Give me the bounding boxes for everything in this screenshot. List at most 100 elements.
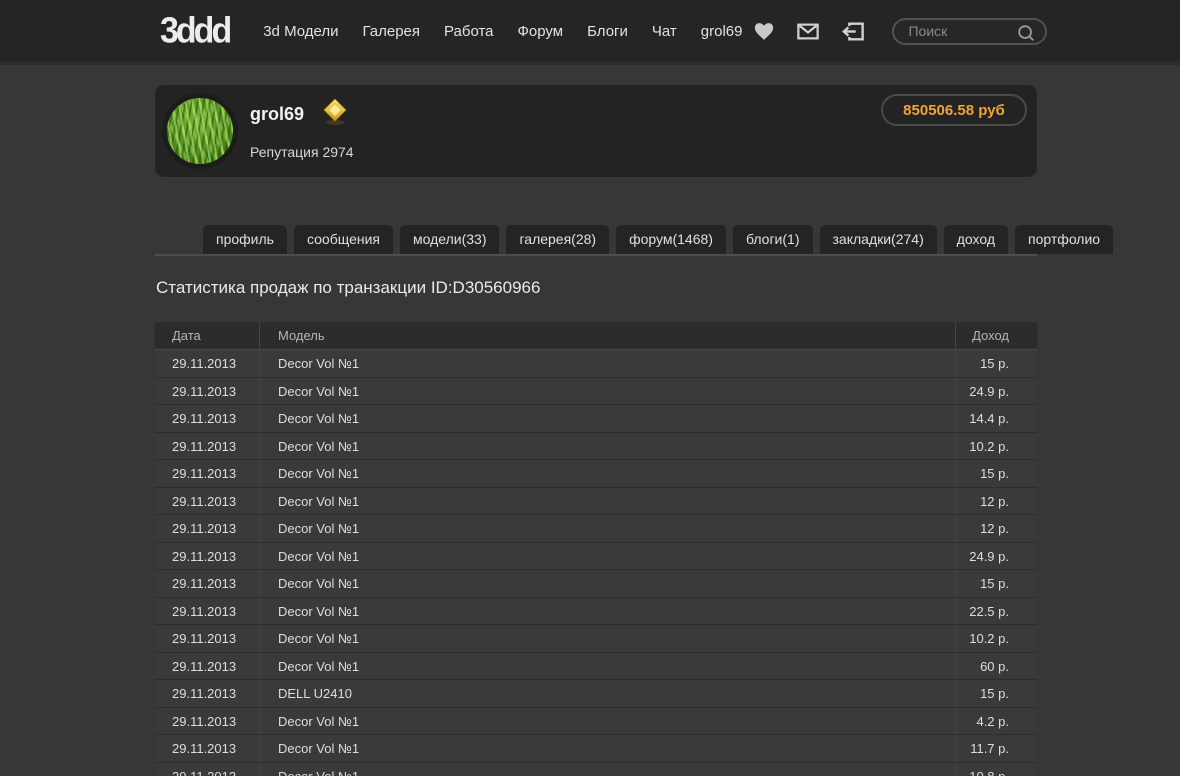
table-body: 29.11.2013 Decor Vol №1 15 р. 29.11.2013… <box>155 350 1037 776</box>
cell-date: 29.11.2013 <box>172 631 237 646</box>
cell-model: Decor Vol №1 <box>259 350 955 377</box>
table-row[interactable]: 29.11.2013 Decor Vol №1 4.2 р. <box>155 707 1037 735</box>
nav-item[interactable]: Галерея <box>362 23 420 40</box>
balance-value: 850506.58 руб <box>903 101 1005 119</box>
balance-badge[interactable]: 850506.58 руб <box>881 94 1027 126</box>
column-header-date: Дата <box>172 328 201 343</box>
cell-date: 29.11.2013 <box>172 686 237 701</box>
table-row[interactable]: 29.11.2013 Decor Vol №1 10.8 р. <box>155 762 1037 776</box>
cell-model: Decor Vol №1 <box>259 735 955 762</box>
cell-date: 29.11.2013 <box>172 741 237 756</box>
table-row[interactable]: 29.11.2013 Decor Vol №1 14.4 р. <box>155 405 1037 433</box>
table-row[interactable]: 29.11.2013 Decor Vol №1 24.9 р. <box>155 377 1037 405</box>
nav-item[interactable]: Работа <box>444 23 494 40</box>
cell-date: 29.11.2013 <box>172 713 237 729</box>
cell-model: Decor Vol №1 <box>259 542 955 569</box>
cell-income: 11.7 р. <box>955 735 1037 762</box>
cell-model: Decor Vol №1 <box>259 597 955 624</box>
page: 3ddd 3d Модели Галерея Работа Форум Блоги Чат… <box>0 0 1180 776</box>
logout-icon[interactable] <box>842 22 865 41</box>
cell-model: Decor Vol №1 <box>259 487 955 514</box>
cell-date: 29.11.2013 <box>172 383 237 399</box>
cell-income: 12 р. <box>955 487 1037 514</box>
table-row[interactable]: 29.11.2013 Decor Vol №1 60 р. <box>155 652 1037 680</box>
avatar[interactable] <box>162 93 238 169</box>
top-bar: 3ddd 3d Модели Галерея Работа Форум Блоги Чат… <box>0 0 1180 65</box>
cell-income: 15 р. <box>955 680 1037 707</box>
cell-date: 29.11.2013 <box>172 603 237 619</box>
profile-tab[interactable]: модели(33) <box>400 225 500 254</box>
username: grol69 <box>250 104 305 124</box>
table-row[interactable]: 29.11.2013 Decor Vol №1 10.2 р. <box>155 432 1037 460</box>
cell-income: 10.8 р. <box>955 762 1037 776</box>
site-logo[interactable]: 3ddd <box>160 11 232 52</box>
page-title: Статистика продаж по транзакции ID:D3056… <box>156 278 541 297</box>
profile-tab[interactable]: профиль <box>203 225 287 254</box>
profile-tab[interactable]: сообщения <box>293 225 393 254</box>
cell-model: Decor Vol №1 <box>259 625 955 652</box>
cell-model: DELL U2410 <box>259 680 955 707</box>
cell-model: Decor Vol №1 <box>259 405 955 432</box>
table-row[interactable]: 29.11.2013 Decor Vol №1 24.9 р. <box>155 542 1037 570</box>
cell-model: Decor Vol №1 <box>259 762 955 776</box>
cell-model: Decor Vol №1 <box>259 707 955 734</box>
cell-date: 29.11.2013 <box>172 493 237 509</box>
table-row[interactable]: 29.11.2013 DELL U2410 15 р. <box>155 680 1037 708</box>
nav-item[interactable]: 3d Модели <box>263 23 338 40</box>
nav-item[interactable]: grol69 <box>701 23 743 40</box>
cell-date: 29.11.2013 <box>172 466 237 481</box>
table-row[interactable]: 29.11.2013 Decor Vol №1 12 р. <box>155 515 1037 543</box>
profile-tab[interactable]: галерея(28) <box>506 225 610 254</box>
cell-income: 4.2 р. <box>955 707 1037 734</box>
cell-income: 14.4 р. <box>955 405 1037 432</box>
cell-model: Decor Vol №1 <box>259 570 955 597</box>
search-box <box>892 17 1120 48</box>
cell-model: Decor Vol №1 <box>259 432 955 459</box>
search-icon[interactable] <box>1016 23 1036 48</box>
topbar-icons <box>754 22 865 41</box>
profile-card: grol69 Репутация 2974 850506.58 руб <box>155 85 1037 177</box>
cell-income: 10.2 р. <box>955 432 1037 459</box>
column-header-model: Модель <box>259 322 955 349</box>
reputation-label: Репутация 2974 <box>250 144 354 160</box>
cell-model: Decor Vol №1 <box>259 515 955 542</box>
favorites-heart-icon[interactable] <box>754 22 774 41</box>
profile-tab[interactable]: форум(1468) <box>616 225 726 254</box>
gold-diamond-rank-icon <box>322 98 348 131</box>
profile-tab[interactable]: портфолио <box>1015 225 1114 254</box>
cell-date: 29.11.2013 <box>172 658 237 674</box>
cell-date: 29.11.2013 <box>172 768 237 776</box>
cell-income: 15 р. <box>955 460 1037 487</box>
table-header: Дата Модель Доход <box>155 322 1037 350</box>
messages-mail-icon[interactable] <box>797 23 820 40</box>
column-header-income: Доход <box>955 322 1037 349</box>
table-row[interactable]: 29.11.2013 Decor Vol №1 15 р. <box>155 350 1037 378</box>
cell-date: 29.11.2013 <box>172 438 237 454</box>
table-row[interactable]: 29.11.2013 Decor Vol №1 10.2 р. <box>155 625 1037 653</box>
cell-model: Decor Vol №1 <box>259 652 955 679</box>
search-input[interactable] <box>894 23 1120 39</box>
table-row[interactable]: 29.11.2013 Decor Vol №1 15 р. <box>155 460 1037 488</box>
cell-income: 22.5 р. <box>955 597 1037 624</box>
table-row[interactable]: 29.11.2013 Decor Vol №1 15 р. <box>155 570 1037 598</box>
table-row[interactable]: 29.11.2013 Decor Vol №1 12 р. <box>155 487 1037 515</box>
nav-item[interactable]: Чат <box>652 23 677 40</box>
cell-income: 60 р. <box>955 652 1037 679</box>
cell-model: Decor Vol №1 <box>259 377 955 404</box>
profile-tab[interactable]: доход <box>943 225 1009 254</box>
cell-date: 29.11.2013 <box>172 548 237 564</box>
cell-date: 29.11.2013 <box>172 411 237 426</box>
profile-info: grol69 Репутация 2974 <box>250 98 354 160</box>
profile-tab[interactable]: блоги(1) <box>732 225 813 254</box>
table-row[interactable]: 29.11.2013 Decor Vol №1 11.7 р. <box>155 735 1037 763</box>
cell-income: 15 р. <box>955 570 1037 597</box>
cell-income: 10.2 р. <box>955 625 1037 652</box>
cell-model: Decor Vol №1 <box>259 460 955 487</box>
cell-income: 15 р. <box>955 350 1037 377</box>
profile-tab[interactable]: закладки(274) <box>819 225 937 254</box>
table-row[interactable]: 29.11.2013 Decor Vol №1 22.5 р. <box>155 597 1037 625</box>
cell-date: 29.11.2013 <box>172 356 237 371</box>
cell-income: 24.9 р. <box>955 542 1037 569</box>
nav-item[interactable]: Форум <box>518 23 564 40</box>
nav-item[interactable]: Блоги <box>587 23 628 40</box>
